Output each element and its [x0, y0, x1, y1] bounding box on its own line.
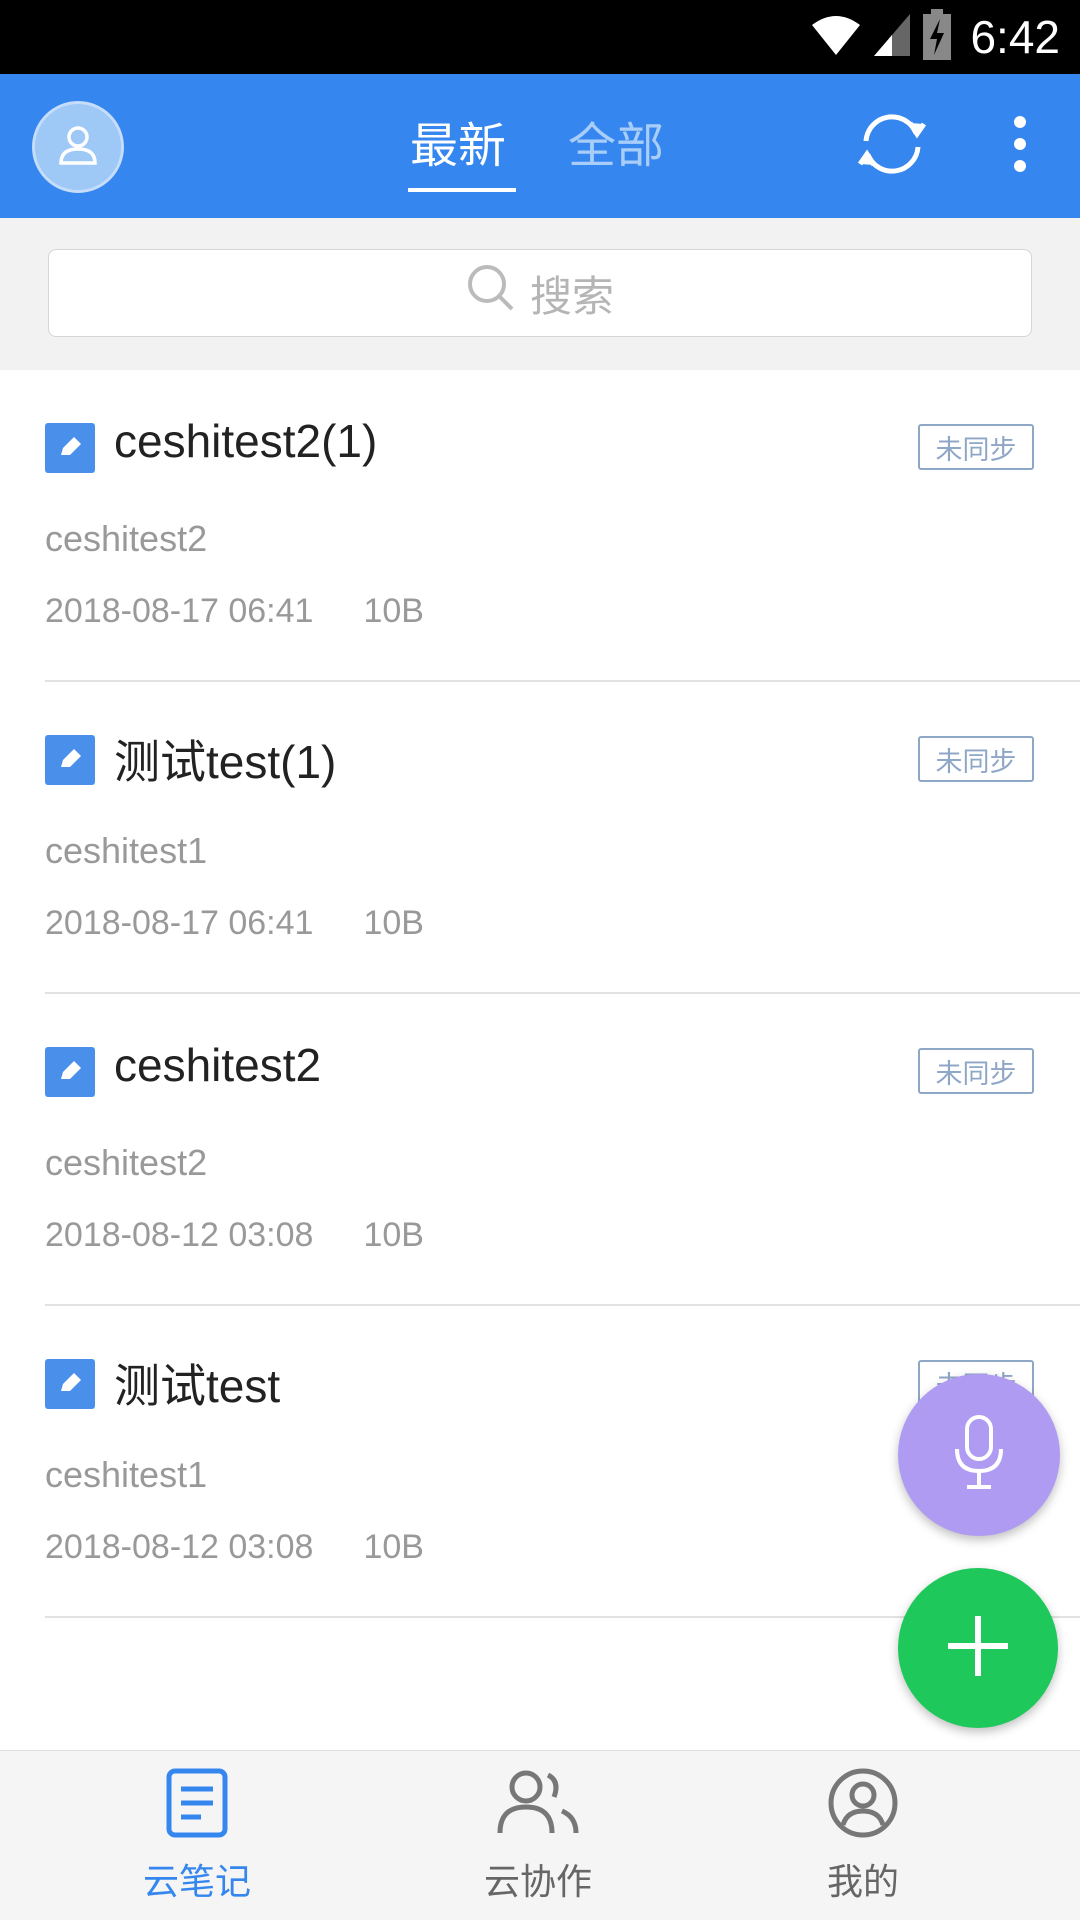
- voice-note-button[interactable]: [898, 1374, 1060, 1536]
- list-item[interactable]: ceshitest2 未同步 ceshitest2 2018-08-12 03:…: [0, 994, 1080, 1306]
- clock: 6:42: [970, 11, 1060, 63]
- note-size: 10B: [363, 592, 424, 630]
- note-title: 测试test(1): [114, 736, 337, 788]
- note-meta: 2018-08-12 03:08 10B: [45, 1216, 424, 1255]
- signal-icon: [872, 12, 912, 62]
- more-options-button[interactable]: [1002, 111, 1038, 181]
- status-bar: 6:42: [0, 0, 1080, 74]
- note-preview: ceshitest2: [45, 1142, 208, 1183]
- list-item[interactable]: 测试test(1) 未同步 ceshitest1 2018-08-17 06:4…: [0, 682, 1080, 994]
- nav-mine[interactable]: 我的: [763, 1767, 963, 1905]
- status-badge: 未同步: [918, 1048, 1034, 1094]
- note-preview: ceshitest1: [45, 1454, 208, 1495]
- note-title: ceshitest2: [114, 1039, 322, 1091]
- notes-icon: [165, 1767, 229, 1843]
- note-date: 2018-08-12 03:08: [45, 1216, 314, 1254]
- list-item[interactable]: ceshitest2(1) 未同步 ceshitest2 2018-08-17 …: [0, 370, 1080, 682]
- profile-icon: [827, 1767, 899, 1843]
- note-size: 10B: [363, 904, 424, 942]
- plus-icon: [944, 1612, 1012, 1684]
- sync-button[interactable]: [852, 111, 932, 181]
- search-placeholder: 搜索: [529, 271, 614, 321]
- note-edit-icon: [45, 735, 95, 785]
- note-title: 测试test: [114, 1360, 281, 1412]
- note-title: ceshitest2(1): [114, 415, 378, 467]
- wifi-icon: [810, 13, 862, 61]
- search-input[interactable]: 搜索: [48, 249, 1032, 337]
- microphone-icon: [949, 1413, 1009, 1497]
- nav-cloud-collab[interactable]: 云协作: [438, 1767, 638, 1905]
- status-badge: 未同步: [918, 424, 1034, 470]
- status-badge: 未同步: [918, 736, 1034, 782]
- nav-label: 我的: [826, 1862, 899, 1903]
- nav-cloud-notes[interactable]: 云笔记: [97, 1767, 297, 1905]
- avatar[interactable]: [32, 101, 124, 193]
- note-preview: ceshitest1: [45, 830, 208, 871]
- search-area: 搜索: [0, 218, 1080, 370]
- note-date: 2018-08-12 03:08: [45, 1528, 314, 1566]
- tab-all[interactable]: 全部: [568, 106, 664, 176]
- battery-charging-icon: [922, 9, 952, 65]
- bottom-navigation: 云笔记 云协作 我的: [0, 1750, 1080, 1920]
- more-vert-icon: [1012, 114, 1028, 178]
- people-icon: [496, 1767, 580, 1843]
- note-date: 2018-08-17 06:41: [45, 904, 314, 942]
- nav-label: 云协作: [483, 1862, 592, 1903]
- note-meta: 2018-08-12 03:08 10B: [45, 1528, 424, 1567]
- nav-label: 云笔记: [142, 1862, 251, 1903]
- app-header: 最新 全部: [0, 74, 1080, 218]
- note-meta: 2018-08-17 06:41 10B: [45, 592, 424, 631]
- note-meta: 2018-08-17 06:41 10B: [45, 904, 424, 943]
- tab-latest[interactable]: 最新: [410, 106, 506, 176]
- search-icon: [466, 263, 516, 323]
- note-edit-icon: [45, 423, 95, 473]
- avatar-icon: [56, 123, 100, 171]
- note-size: 10B: [363, 1216, 424, 1254]
- active-tab-indicator: [408, 188, 516, 192]
- note-size: 10B: [363, 1528, 424, 1566]
- add-note-button[interactable]: [898, 1568, 1058, 1728]
- sync-icon: [854, 111, 930, 181]
- note-edit-icon: [45, 1047, 95, 1097]
- note-edit-icon: [45, 1359, 95, 1409]
- note-date: 2018-08-17 06:41: [45, 592, 314, 630]
- note-preview: ceshitest2: [45, 518, 208, 559]
